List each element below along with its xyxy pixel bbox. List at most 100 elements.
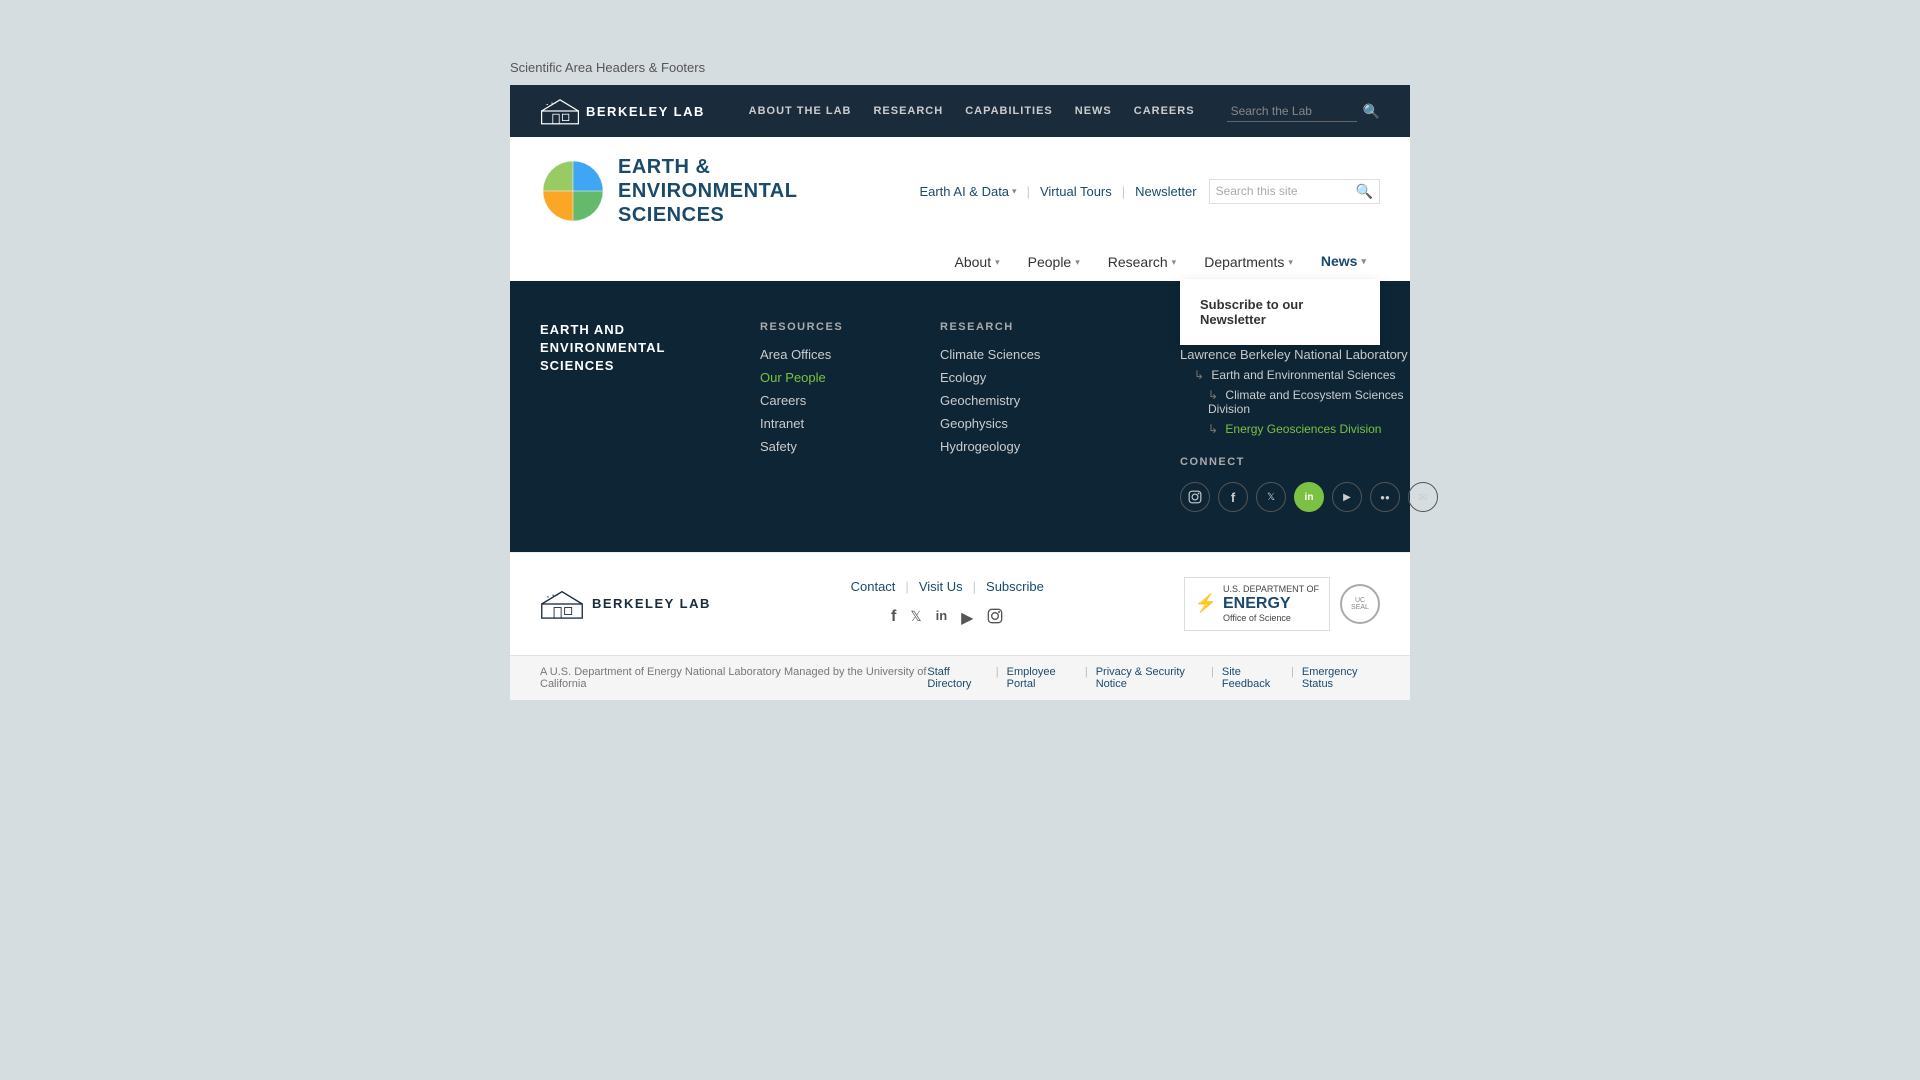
departments-chevron: ▾ xyxy=(1288,257,1293,268)
footer-light-inner: BERKELEY LAB Contact | Visit Us | Subscr… xyxy=(540,577,1380,631)
ees-nav-departments[interactable]: Departments ▾ xyxy=(1190,244,1307,280)
footer-our-people[interactable]: Our People xyxy=(760,370,920,385)
youtube-icon[interactable]: ▶ xyxy=(1332,482,1362,512)
footer-visit-us[interactable]: Visit Us xyxy=(919,579,963,594)
org-indent-arrow-3: ↳ xyxy=(1208,422,1218,436)
uc-seal: UCSEAL xyxy=(1340,584,1380,624)
footer-bl-logo[interactable]: BERKELEY LAB xyxy=(540,588,711,620)
ees-search-input[interactable] xyxy=(1216,184,1356,198)
employee-portal-link[interactable]: Employee Portal xyxy=(1007,666,1077,690)
footer-facebook-icon[interactable]: f xyxy=(891,608,896,629)
footer-org-name-col: EARTH AND ENVIRONMENTAL SCIENCES xyxy=(540,321,740,512)
site-feedback-link[interactable]: Site Feedback xyxy=(1222,666,1283,690)
footer-subscribe[interactable]: Subscribe xyxy=(986,579,1044,594)
ees-logo[interactable]: EARTH & ENVIRONMENTAL SCIENCES xyxy=(540,155,797,227)
top-nav-news[interactable]: NEWS xyxy=(1075,105,1112,117)
footer-resources-col: RESOURCES Area Offices Our People Career… xyxy=(760,321,920,512)
footer-safety[interactable]: Safety xyxy=(760,439,920,454)
doe-text-line1: U.S. DEPARTMENT OF xyxy=(1223,584,1319,595)
people-chevron: ▾ xyxy=(1075,257,1080,268)
top-divider-1: | xyxy=(1027,184,1030,199)
footer-logos: ⚡ U.S. DEPARTMENT OF ENERGY Office of Sc… xyxy=(1184,577,1380,631)
footer-instagram-icon[interactable] xyxy=(987,608,1003,629)
ees-header: EARTH & ENVIRONMENTAL SCIENCES Earth AI … xyxy=(510,137,1410,281)
footer-youtube-icon[interactable]: ▶ xyxy=(961,608,973,629)
ees-top-row: EARTH & ENVIRONMENTAL SCIENCES Earth AI … xyxy=(540,155,1380,227)
footer-contact[interactable]: Contact xyxy=(851,579,896,594)
footer-careers[interactable]: Careers xyxy=(760,393,920,408)
flickr-icon[interactable]: ●● xyxy=(1370,482,1400,512)
resources-title: RESOURCES xyxy=(760,321,920,333)
footer-ecology[interactable]: Ecology xyxy=(940,370,1160,385)
bottom-bar-text: A U.S. Department of Energy National Lab… xyxy=(540,666,927,690)
footer-linkedin-icon[interactable]: in xyxy=(936,608,948,629)
org-hierarchy: Lawrence Berkeley National Laboratory ↳ … xyxy=(1180,347,1438,436)
org-lbnl[interactable]: Lawrence Berkeley National Laboratory xyxy=(1180,347,1438,362)
staff-directory-link[interactable]: Staff Directory xyxy=(927,666,987,690)
news-dropdown: Subscribe to our Newsletter xyxy=(1180,279,1380,345)
footer-hydrogeology[interactable]: Hydrogeology xyxy=(940,439,1160,454)
berkeley-lab-logo[interactable]: BERKELEY LAB xyxy=(540,96,705,126)
ees-title: EARTH & ENVIRONMENTAL SCIENCES xyxy=(618,155,797,227)
footer-center: Contact | Visit Us | Subscribe f 𝕏 in ▶ xyxy=(851,579,1044,629)
footer-area-offices[interactable]: Area Offices xyxy=(760,347,920,362)
instagram-icon[interactable] xyxy=(1180,482,1210,512)
org-indent-arrow-1: ↳ xyxy=(1194,368,1204,382)
connect-section: CONNECT f 𝕏 in ▶ ●● ✉ xyxy=(1180,456,1438,512)
top-search: 🔍 xyxy=(1227,101,1380,122)
org-egd[interactable]: ↳ Energy Geosciences Division xyxy=(1208,422,1438,436)
top-search-input[interactable] xyxy=(1227,101,1357,122)
page-label: Scientific Area Headers & Footers xyxy=(510,60,1410,75)
emergency-status-link[interactable]: Emergency Status xyxy=(1302,666,1380,690)
top-search-button[interactable]: 🔍 xyxy=(1363,103,1380,120)
ees-nav-research[interactable]: Research ▾ xyxy=(1094,244,1190,280)
footer-social-row: f 𝕏 in ▶ xyxy=(851,608,1044,629)
footer-geochemistry[interactable]: Geochemistry xyxy=(940,393,1160,408)
top-nav-research[interactable]: RESEARCH xyxy=(873,105,943,117)
about-chevron: ▾ xyxy=(995,257,1000,268)
facebook-icon[interactable]: f xyxy=(1218,482,1248,512)
ees-search-wrapper: 🔍 xyxy=(1209,179,1380,204)
footer-geophysics[interactable]: Geophysics xyxy=(940,416,1160,431)
ees-nav-about[interactable]: About ▾ xyxy=(941,244,1014,280)
top-divider-2: | xyxy=(1122,184,1125,199)
doe-logo[interactable]: ⚡ U.S. DEPARTMENT OF ENERGY Office of Sc… xyxy=(1184,577,1330,631)
ees-title-block: EARTH & ENVIRONMENTAL SCIENCES xyxy=(618,155,797,227)
news-chevron: ▾ xyxy=(1361,256,1366,267)
footer-climate-sciences[interactable]: Climate Sciences xyxy=(940,347,1160,362)
footer-light-links: Contact | Visit Us | Subscribe xyxy=(851,579,1044,594)
research-chevron: ▾ xyxy=(1172,257,1177,268)
org-indent-arrow-2: ↳ xyxy=(1208,388,1218,402)
top-nav-about-lab[interactable]: ABOUT THE LAB xyxy=(749,105,852,117)
top-nav-careers[interactable]: CAREERS xyxy=(1134,105,1195,117)
org-cesd[interactable]: ↳ Climate and Ecosystem Sciences Divisio… xyxy=(1208,388,1438,416)
footer-intranet[interactable]: Intranet xyxy=(760,416,920,431)
linkedin-icon[interactable]: in xyxy=(1294,482,1324,512)
bottom-bar: A U.S. Department of Energy National Lab… xyxy=(510,655,1410,700)
subscribe-newsletter-item[interactable]: Subscribe to our Newsletter xyxy=(1180,287,1380,337)
footer-org-name: EARTH AND ENVIRONMENTAL SCIENCES xyxy=(540,321,740,376)
research-title: RESEARCH xyxy=(940,321,1160,333)
privacy-notice-link[interactable]: Privacy & Security Notice xyxy=(1096,666,1203,690)
footer-twitter-icon[interactable]: 𝕏 xyxy=(910,608,921,629)
ees-nav-news[interactable]: News ▾ Subscribe to our Newsletter xyxy=(1307,243,1380,281)
ees-nav-people[interactable]: People ▾ xyxy=(1014,244,1094,280)
top-logo-text: BERKELEY LAB xyxy=(586,104,705,119)
footer-divider-1: | xyxy=(905,579,908,594)
footer-dark-grid: EARTH AND ENVIRONMENTAL SCIENCES RESOURC… xyxy=(540,321,1380,512)
ees-top-links: Earth AI & Data ▾ | Virtual Tours | News… xyxy=(919,179,1380,204)
virtual-tours-link[interactable]: Virtual Tours xyxy=(1040,184,1112,199)
doe-energy-text: ENERGY xyxy=(1223,595,1319,613)
twitter-icon[interactable]: 𝕏 xyxy=(1256,482,1286,512)
ees-search-button[interactable]: 🔍 xyxy=(1356,183,1373,200)
earth-ai-link[interactable]: Earth AI & Data ▾ xyxy=(919,184,1016,199)
doe-eagle-icon: ⚡ xyxy=(1195,593,1217,614)
newsletter-link[interactable]: Newsletter xyxy=(1135,184,1196,199)
footer-divider-2: | xyxy=(973,579,976,594)
footer-bl-logo-text: BERKELEY LAB xyxy=(592,596,711,611)
bottom-bar-links: Staff Directory | Employee Portal | Priv… xyxy=(927,666,1380,690)
email-icon[interactable]: ✉ xyxy=(1408,482,1438,512)
org-ees[interactable]: ↳ Earth and Environmental Sciences xyxy=(1194,368,1438,382)
top-nav-capabilities[interactable]: CAPABILITIES xyxy=(965,105,1053,117)
doe-office-text: Office of Science xyxy=(1223,613,1319,624)
